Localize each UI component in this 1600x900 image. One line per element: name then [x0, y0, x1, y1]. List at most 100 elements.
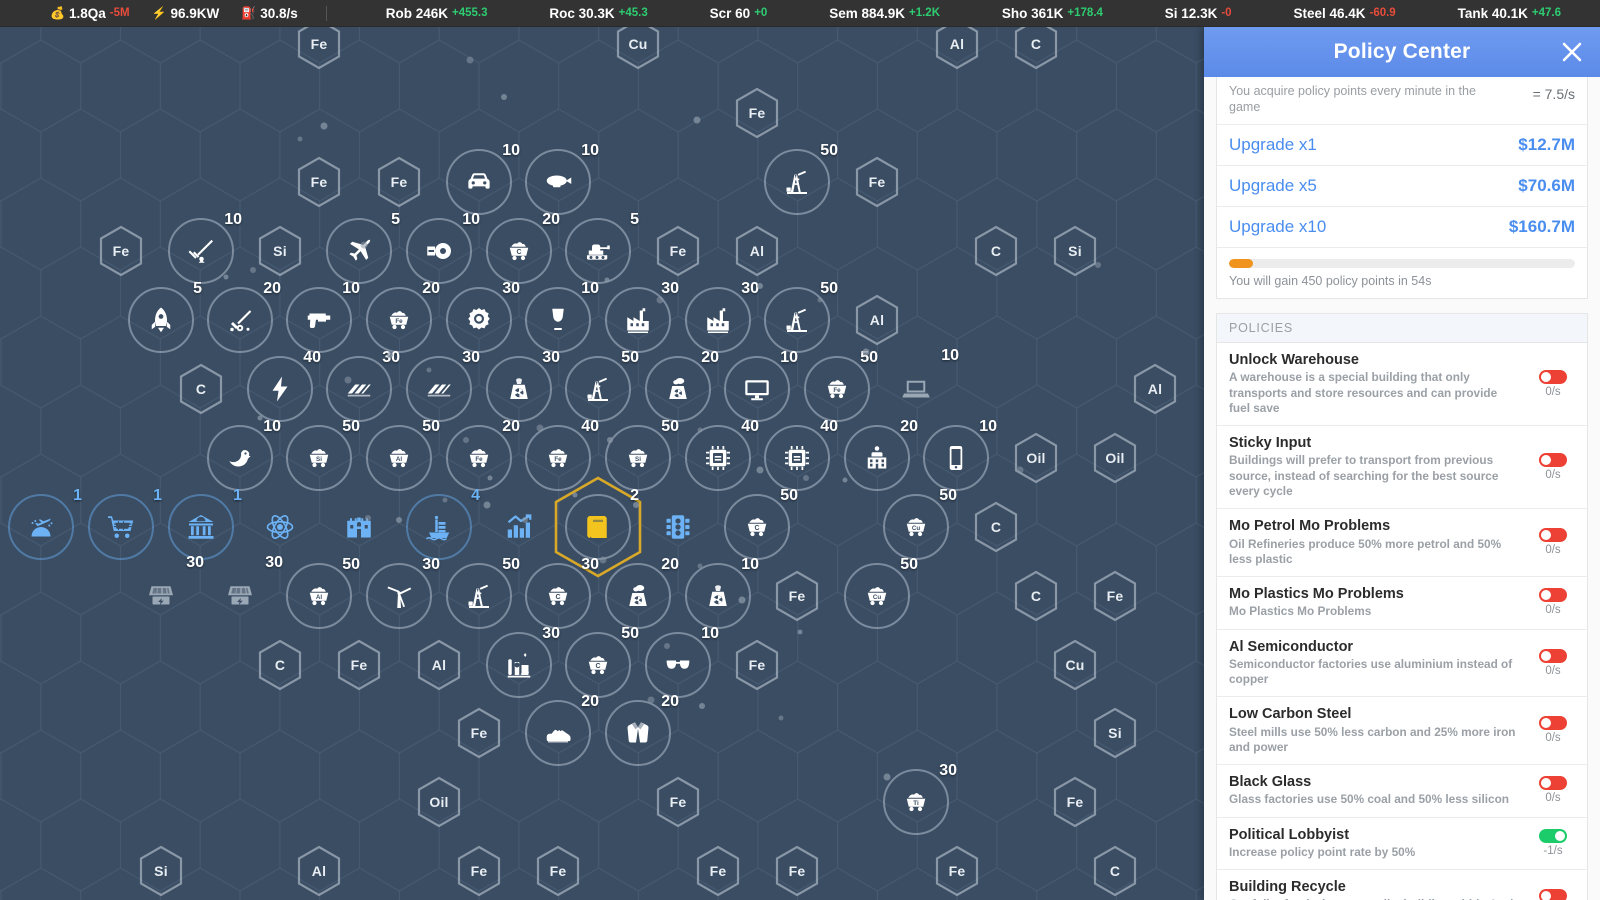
building-factory[interactable]: 30 [685, 280, 759, 353]
building-jacket[interactable]: 20 [605, 693, 679, 766]
policy-toggle[interactable] [1539, 776, 1567, 791]
building-coal-cart[interactable]: C 30 [525, 556, 599, 629]
resource-hex-fe[interactable]: Fe [456, 845, 502, 897]
building-atom[interactable] [247, 494, 313, 560]
policy-toggle[interactable] [1539, 588, 1567, 603]
building-pistol[interactable]: 10 [286, 280, 360, 353]
resource-hex-fe[interactable]: Fe [934, 845, 980, 897]
resource-hex-si[interactable]: Si [1092, 707, 1138, 759]
building-coal-cart[interactable]: C 50 [565, 625, 639, 698]
building-chip[interactable]: 40 [685, 418, 759, 491]
policy-center-panel[interactable]: Policy Center You acquire policy points … [1204, 27, 1600, 900]
building-tank[interactable]: 5 [565, 211, 639, 284]
building-turbine[interactable]: 10 [406, 211, 480, 284]
building-rocket[interactable]: 5 [128, 280, 202, 353]
building-iron-cart[interactable]: Fe 20 [366, 280, 440, 353]
building-airplane[interactable]: 5 [326, 211, 400, 284]
policy-row[interactable]: Al Semiconductor Semiconductor factories … [1217, 630, 1587, 698]
resource-hex-c[interactable]: C [973, 501, 1019, 553]
resource-hex-fe[interactable]: Fe [774, 570, 820, 622]
resource-hex-oil[interactable]: Oil [416, 776, 462, 828]
resource-hex-fe[interactable]: Fe [336, 639, 382, 691]
building-oil-derrick[interactable]: 50 [446, 556, 520, 629]
resource-hex-si[interactable]: Si [138, 845, 184, 897]
policy-toggle[interactable] [1539, 369, 1567, 384]
building-gear[interactable]: 30 [446, 280, 520, 353]
building-battery[interactable]: 40 [247, 349, 321, 422]
building-laptop[interactable]: 10 [883, 347, 959, 422]
resource-hex-fe[interactable]: Fe [535, 845, 581, 897]
building-wind-turbine[interactable]: 30 [366, 556, 440, 629]
building-glass[interactable]: 10 [525, 280, 599, 353]
policy-row[interactable]: Political Lobbyist Increase policy point … [1217, 818, 1587, 871]
building-copper-cart[interactable]: Cu 50 [883, 487, 957, 560]
building-oil-derrick[interactable]: 50 [764, 142, 838, 215]
building-monitor[interactable]: 10 [724, 349, 798, 422]
upgrade-row-3[interactable]: Upgrade x10 $160.7M [1217, 207, 1587, 249]
resource-hex-cu[interactable]: Cu [1052, 639, 1098, 691]
resource-hex-oil[interactable]: Oil [1013, 432, 1059, 484]
policy-row[interactable]: Black Glass Glass factories use 50% coal … [1217, 765, 1587, 818]
resource-hex-al[interactable]: Al [416, 639, 462, 691]
close-icon[interactable] [1558, 38, 1586, 66]
resource-hex-fe[interactable]: Fe [296, 156, 342, 208]
resource-hex-fe[interactable]: Fe [98, 225, 144, 277]
building-duck[interactable]: 10 [207, 418, 281, 491]
resource-hex-c[interactable]: C [257, 639, 303, 691]
resource-hex-si[interactable]: Si [257, 225, 303, 277]
resource-hex-fe[interactable]: Fe [456, 707, 502, 759]
resource-hex-al[interactable]: Al [934, 27, 980, 70]
building-silicon-cart[interactable]: Si 50 [286, 418, 360, 491]
building-solar-panel[interactable]: 30 [207, 554, 283, 629]
building-chip[interactable]: 40 [764, 418, 838, 491]
resource-hex-al[interactable]: Al [1132, 363, 1178, 415]
building-car[interactable]: 10 [446, 142, 520, 215]
policies-list[interactable]: Unlock Warehouse A warehouse is a special… [1216, 343, 1588, 900]
policy-toggle[interactable] [1539, 889, 1567, 900]
resource-hex-c[interactable]: C [1092, 845, 1138, 897]
resource-hex-fe[interactable]: Fe [734, 639, 780, 691]
resource-hex-fe[interactable]: Fe [695, 845, 741, 897]
building-iron-cart[interactable]: Fe 40 [525, 418, 599, 491]
resource-hex-fe[interactable]: Fe [774, 845, 820, 897]
resource-hex-al[interactable]: Al [734, 225, 780, 277]
building-aluminium-cart[interactable]: Al 50 [366, 418, 440, 491]
resource-hex-fe[interactable]: Fe [1052, 776, 1098, 828]
building-coal-cart[interactable]: C 50 [724, 487, 798, 560]
resource-hex-c[interactable]: C [1013, 570, 1059, 622]
building-power-plant[interactable]: 20 [645, 349, 719, 422]
policy-row[interactable]: Mo Plastics Mo Problems Mo Plastics Mo Pr… [1217, 577, 1587, 630]
resource-hex-c[interactable]: C [178, 363, 224, 415]
resource-hex-c[interactable]: C [973, 225, 1019, 277]
building-book[interactable]: 2 [565, 487, 639, 560]
building-solar-panel[interactable]: 30 [128, 554, 204, 629]
resource-hex-al[interactable]: Al [854, 294, 900, 346]
resource-hex-fe[interactable]: Fe [854, 156, 900, 208]
resource-hex-c[interactable]: C [1013, 27, 1059, 70]
building-cannon[interactable]: 20 [207, 280, 281, 353]
policy-row[interactable]: Building RecycleGet full refund when you… [1217, 870, 1587, 900]
resource-hex-oil[interactable]: Oil [1092, 432, 1138, 484]
building-silicon-cart[interactable]: Si 50 [605, 418, 679, 491]
building-shoe[interactable]: 20 [525, 693, 599, 766]
building-oil-derrick[interactable]: 50 [565, 349, 639, 422]
building-phone[interactable]: 10 [923, 418, 997, 491]
resource-hex-fe[interactable]: Fe [376, 156, 422, 208]
building-copper-cart[interactable]: Cu 50 [844, 556, 918, 629]
building-glasses[interactable]: 10 [645, 625, 719, 698]
upgrade-rows[interactable]: Upgrade x1 $12.7M Upgrade x5 $70.6M Upgrade … [1217, 125, 1587, 249]
building-iron-cart[interactable]: Fe 50 [804, 349, 878, 422]
building-steel-beam[interactable]: 30 [326, 349, 400, 422]
building-chart[interactable] [486, 494, 552, 560]
resource-hex-si[interactable]: Si [1052, 225, 1098, 277]
policy-row[interactable]: Unlock Warehouse A warehouse is a special… [1217, 343, 1587, 427]
building-traffic-light[interactable] [645, 494, 711, 560]
policy-row[interactable]: Mo Petrol Mo Problems Oil Refineries prod… [1217, 509, 1587, 578]
building-steel-beam[interactable]: 30 [406, 349, 480, 422]
building-airport[interactable]: 1 [8, 487, 82, 560]
building-airship[interactable]: 10 [525, 142, 599, 215]
resource-hex-al[interactable]: Al [296, 845, 342, 897]
upgrade-row-1[interactable]: Upgrade x1 $12.7M [1217, 125, 1587, 167]
resource-hex-fe[interactable]: Fe [734, 87, 780, 139]
building-coal-cart[interactable]: C 20 [486, 211, 560, 284]
